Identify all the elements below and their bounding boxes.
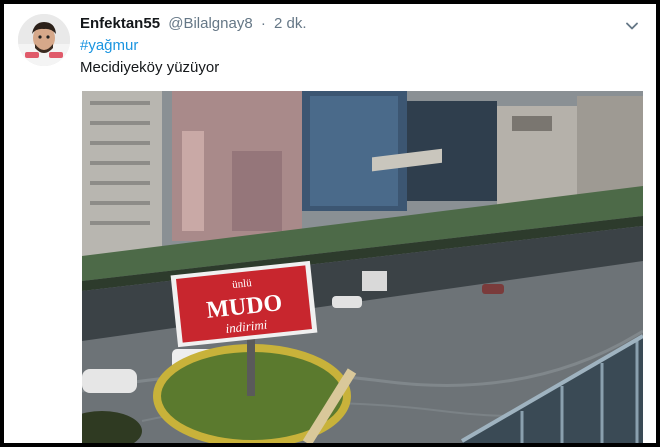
tweet-header: Enfektan55 @Bilalgnay8 · 2 dk. [80,15,307,32]
flood-photo: ünlü MUDO indirimi [82,91,643,443]
avatar-image [18,14,70,66]
separator-dot: · [260,15,266,32]
timestamp[interactable]: 2 dk. [274,15,307,32]
chevron-down-icon[interactable] [624,18,640,34]
building-right [407,101,497,201]
avatar[interactable] [18,14,70,66]
tweet-photo[interactable]: ünlü MUDO indirimi [82,91,643,443]
display-name[interactable]: Enfektan55 [80,15,160,32]
hashtag-link[interactable]: #yağmur [80,37,138,54]
tweet-text: Mecidiyeköy yüzüyor [80,59,220,76]
white-car [82,369,137,393]
building-left [82,91,162,261]
billboard-top-text: ünlü [232,277,253,291]
tweet-card: Enfektan55 @Bilalgnay8 · 2 dk. #yağmur M… [4,4,656,443]
user-handle[interactable]: @Bilalgnay8 [168,15,252,32]
